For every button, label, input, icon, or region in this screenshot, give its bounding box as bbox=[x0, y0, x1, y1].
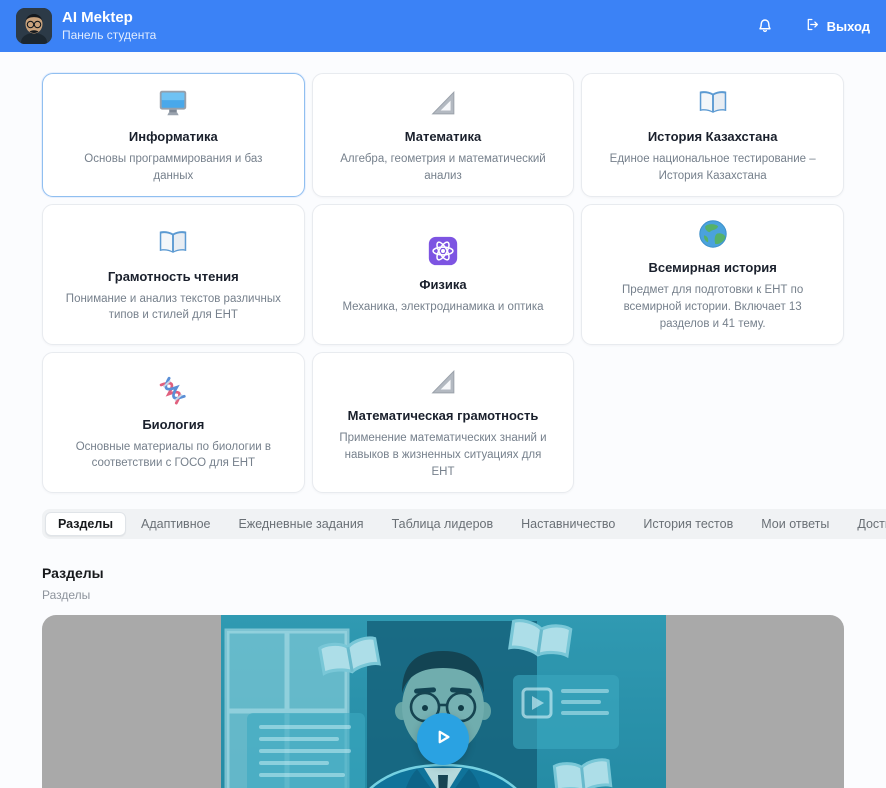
course-description: Предмет для подготовки к ЕНТ по всемирно… bbox=[604, 282, 821, 332]
tab-таблица-лидеров[interactable]: Таблица лидеров bbox=[379, 512, 507, 536]
logout-button[interactable]: Выход bbox=[803, 16, 870, 36]
logout-icon bbox=[803, 16, 820, 36]
tab-разделы[interactable]: Разделы bbox=[45, 512, 126, 536]
bell-icon bbox=[755, 15, 775, 38]
course-title: История Казахстана bbox=[648, 129, 778, 144]
desktop-computer-icon bbox=[156, 86, 190, 120]
course-card[interactable]: История Казахстана Единое национальное т… bbox=[581, 73, 844, 197]
open-book-icon bbox=[696, 86, 730, 120]
course-description: Механика, электродинамика и оптика bbox=[342, 299, 543, 316]
app-subtitle: Панель студента bbox=[62, 28, 156, 43]
video-player[interactable] bbox=[42, 615, 844, 788]
play-icon bbox=[430, 724, 456, 753]
tab-история-тестов[interactable]: История тестов bbox=[630, 512, 746, 536]
globe-icon bbox=[696, 217, 730, 251]
logout-label: Выход bbox=[827, 19, 870, 34]
course-title: Грамотность чтения bbox=[108, 269, 239, 284]
main-content: Информатика Основы программирования и ба… bbox=[0, 73, 886, 788]
tab-наставничество[interactable]: Наставничество bbox=[508, 512, 628, 536]
dna-icon bbox=[156, 374, 190, 408]
atom-icon bbox=[426, 234, 460, 268]
course-card[interactable]: Физика Механика, электродинамика и оптик… bbox=[312, 204, 575, 345]
course-grid: Информатика Основы программирования и ба… bbox=[42, 73, 844, 493]
tabs-row: Разделы Адаптивное Ежедневные задания Та… bbox=[42, 509, 844, 539]
play-button[interactable] bbox=[417, 713, 469, 765]
course-title: Физика bbox=[419, 277, 466, 292]
tab-ежедневные-задания[interactable]: Ежедневные задания bbox=[226, 512, 377, 536]
course-description: Основные материалы по биологии в соответ… bbox=[65, 439, 282, 472]
course-title: Математическая грамотность bbox=[348, 408, 539, 423]
tab-мои-ответы[interactable]: Мои ответы bbox=[748, 512, 842, 536]
course-card[interactable]: Грамотность чтения Понимание и анализ те… bbox=[42, 204, 305, 345]
section-subtitle: Разделы bbox=[42, 588, 844, 602]
tab-достижения[interactable]: Достижения bbox=[844, 512, 886, 536]
course-description: Единое национальное тестирование – Истор… bbox=[604, 151, 821, 184]
course-description: Применение математических знаний и навык… bbox=[335, 430, 552, 480]
tab-bar: Разделы Адаптивное Ежедневные задания Та… bbox=[42, 509, 886, 539]
app-title: AI Mektep bbox=[62, 9, 156, 28]
triangular-ruler-icon bbox=[426, 365, 460, 399]
open-book-icon bbox=[156, 226, 190, 260]
app-header: AI Mektep Панель студента Выход bbox=[0, 0, 886, 52]
course-description: Основы программирования и баз данных bbox=[65, 151, 282, 184]
course-title: Биология bbox=[142, 417, 204, 432]
course-title: Всемирная история bbox=[648, 260, 776, 275]
triangular-ruler-icon bbox=[426, 86, 460, 120]
course-description: Алгебра, геометрия и математический анал… bbox=[335, 151, 552, 184]
course-description: Понимание и анализ текстов различных тип… bbox=[65, 291, 282, 324]
course-card[interactable]: Информатика Основы программирования и ба… bbox=[42, 73, 305, 197]
tab-адаптивное[interactable]: Адаптивное bbox=[128, 512, 224, 536]
course-card[interactable]: Математика Алгебра, геометрия и математи… bbox=[312, 73, 575, 197]
app-logo bbox=[16, 8, 52, 44]
course-card[interactable]: Биология Основные материалы по биологии … bbox=[42, 352, 305, 493]
section-title: Разделы bbox=[42, 565, 844, 581]
course-title: Информатика bbox=[129, 129, 218, 144]
notifications-button[interactable] bbox=[749, 9, 781, 44]
course-card[interactable]: Математическая грамотность Применение ма… bbox=[312, 352, 575, 493]
course-title: Математика bbox=[405, 129, 481, 144]
course-card[interactable]: Всемирная история Предмет для подготовки… bbox=[581, 204, 844, 345]
